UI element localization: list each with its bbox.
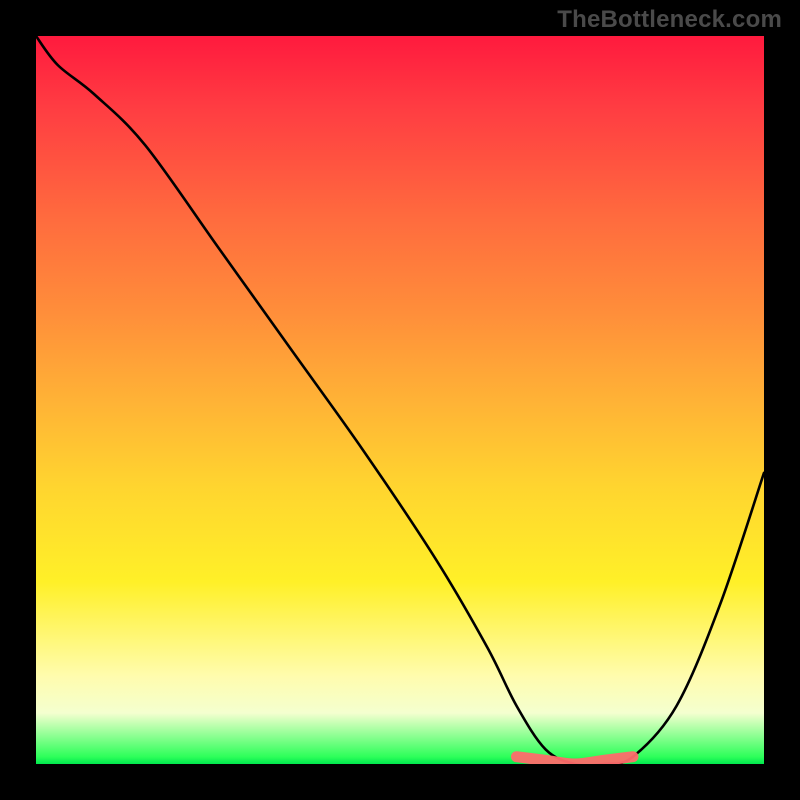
watermark-text: TheBottleneck.com: [557, 6, 782, 34]
bottleneck-curve-path: [36, 36, 764, 764]
chart-frame: TheBottleneck.com: [0, 0, 800, 800]
bottleneck-curve: [36, 36, 764, 764]
optimal-zone-highlight: [516, 757, 632, 764]
curve-layer: [36, 36, 764, 764]
optimal-zone-path: [516, 757, 632, 764]
plot-area: [36, 36, 764, 764]
